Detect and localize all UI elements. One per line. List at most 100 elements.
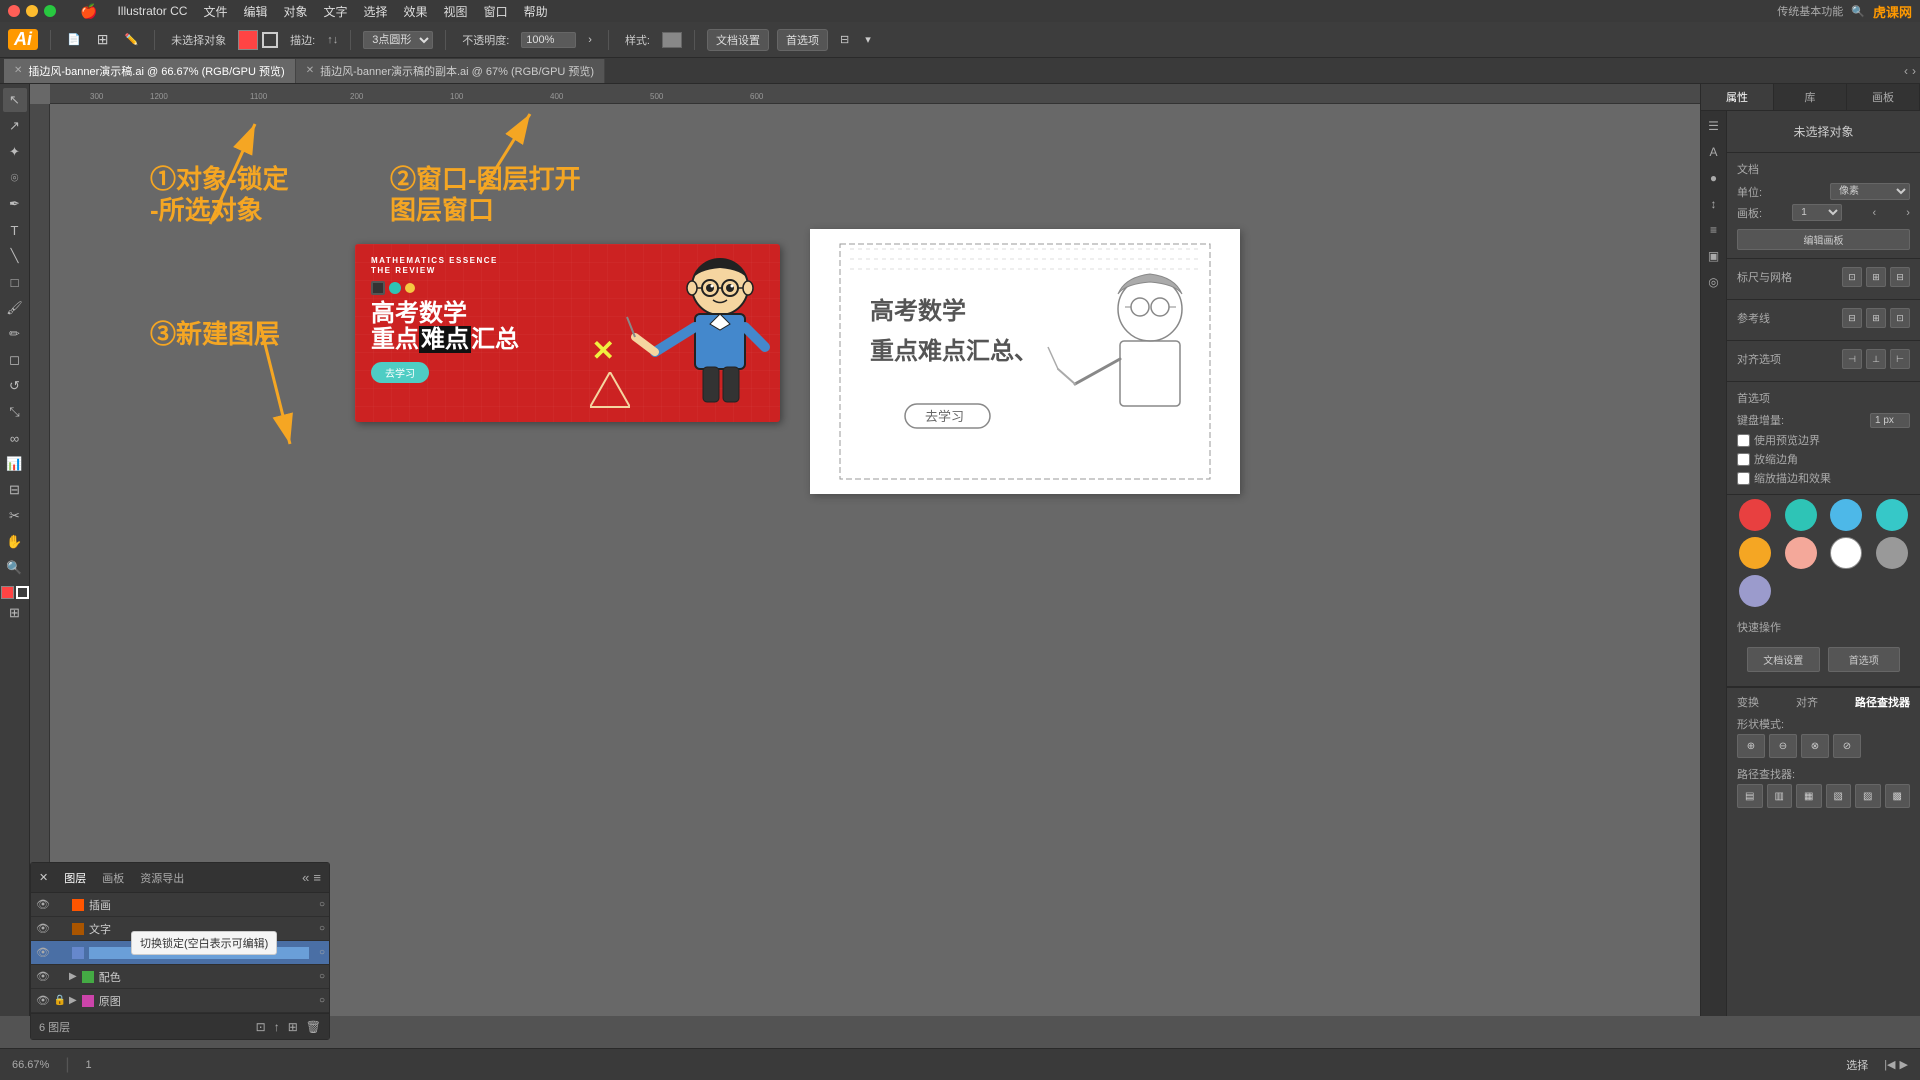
tab-1[interactable]: ✕ 插边风-banner演示稿.ai @ 66.67% (RGB/GPU 预览) bbox=[4, 59, 296, 83]
eraser-tool[interactable]: ◻ bbox=[3, 348, 27, 372]
rp-circle-icon[interactable]: ● bbox=[1703, 167, 1725, 189]
layer-eye-text[interactable]: 👁 bbox=[35, 922, 51, 935]
bp-tab-layers[interactable]: 图层 bbox=[64, 870, 86, 886]
layer-vis-new[interactable]: ○ bbox=[311, 947, 325, 958]
layer-row-colors[interactable]: 👁 ▶ 配色 ○ bbox=[31, 965, 329, 989]
layer-expand-colors[interactable]: ▶ bbox=[69, 971, 77, 982]
swatch-purple[interactable] bbox=[1739, 575, 1771, 607]
maximize-button[interactable] bbox=[44, 5, 56, 17]
ruler-icon-2[interactable]: ⊞ bbox=[1866, 267, 1886, 287]
scale-tool[interactable]: ⤡ bbox=[3, 400, 27, 424]
rp-pathfinder-link[interactable]: 路径查找器 bbox=[1855, 694, 1910, 710]
menu-effect[interactable]: 效果 bbox=[404, 3, 428, 20]
swatch-teal[interactable] bbox=[1785, 499, 1817, 531]
edit-artboard-btn[interactable]: 编辑画板 bbox=[1737, 229, 1910, 250]
scale-strokes-checkbox[interactable] bbox=[1737, 472, 1750, 485]
swatch-pink[interactable] bbox=[1785, 537, 1817, 569]
layer-vis-colors[interactable]: ○ bbox=[311, 971, 325, 982]
swatch-blue[interactable] bbox=[1830, 499, 1862, 531]
pathfinder-btn-4[interactable]: ▧ bbox=[1826, 784, 1852, 808]
ruler-icon-3[interactable]: ⊟ bbox=[1890, 267, 1910, 287]
swatch-white[interactable] bbox=[1830, 537, 1862, 569]
bp-tab-artboard[interactable]: 画板 bbox=[102, 870, 124, 886]
rp-artboard-prev[interactable]: ‹ bbox=[1872, 207, 1876, 219]
keyboard-increment-input[interactable] bbox=[1870, 413, 1910, 428]
new-doc-icon[interactable]: 📄 bbox=[63, 31, 85, 48]
menu-select[interactable]: 选择 bbox=[364, 3, 388, 20]
pathfinder-btn-5[interactable]: ▨ bbox=[1855, 784, 1881, 808]
align-icon-center[interactable]: ⊥ bbox=[1866, 349, 1886, 369]
opacity-input[interactable] bbox=[521, 32, 576, 48]
rp-artboard-next[interactable]: › bbox=[1906, 207, 1910, 219]
rp-transform-link[interactable]: 变换 bbox=[1737, 694, 1759, 710]
qo-doc-settings[interactable]: 文档设置 bbox=[1747, 647, 1820, 672]
pen-tool[interactable]: ✒ bbox=[3, 192, 27, 216]
layer-vis-original[interactable]: ○ bbox=[311, 995, 325, 1006]
preferences-btn[interactable]: 首选项 bbox=[777, 29, 828, 51]
layer-vis-text[interactable]: ○ bbox=[311, 923, 325, 934]
tab1-close-btn[interactable]: ✕ bbox=[14, 65, 22, 76]
rp-tab-properties[interactable]: 属性 bbox=[1701, 84, 1774, 110]
fill-swatch-small[interactable] bbox=[1, 586, 14, 599]
qo-preferences[interactable]: 首选项 bbox=[1828, 647, 1901, 672]
rp-tab-artboard[interactable]: 画板 bbox=[1847, 84, 1920, 110]
rp-unit-select[interactable]: 像素 bbox=[1830, 183, 1910, 200]
rp-transform-icon[interactable]: ↕ bbox=[1703, 193, 1725, 215]
panel-menu-btn[interactable]: ≡ bbox=[313, 870, 321, 885]
panel-collapse-btn[interactable]: « bbox=[302, 870, 309, 885]
pathfinder-btn-3[interactable]: ▦ bbox=[1796, 784, 1822, 808]
playback-start[interactable]: |◀ bbox=[1884, 1058, 1895, 1071]
pathfinder-btn-1[interactable]: ▤ bbox=[1737, 784, 1763, 808]
rotate-tool[interactable]: ↺ bbox=[3, 374, 27, 398]
swatch-cyan[interactable] bbox=[1876, 499, 1908, 531]
select-tool[interactable]: ↖ bbox=[3, 88, 27, 112]
swatch-orange[interactable] bbox=[1739, 537, 1771, 569]
menu-file[interactable]: 文件 bbox=[203, 3, 227, 20]
rect-tool[interactable]: □ bbox=[3, 270, 27, 294]
layer-make-sublayer[interactable]: ⊡ bbox=[256, 1020, 266, 1034]
menu-help[interactable]: 帮助 bbox=[524, 3, 548, 20]
blend-tool[interactable]: ∞ bbox=[3, 426, 27, 450]
stroke-color[interactable] bbox=[262, 32, 278, 48]
pencil-tool[interactable]: ✏ bbox=[3, 322, 27, 346]
doc-settings-btn[interactable]: 文档设置 bbox=[707, 29, 769, 51]
magic-wand-tool[interactable]: ✦ bbox=[3, 140, 27, 164]
shape-mode-btn-4[interactable]: ⊘ bbox=[1833, 734, 1861, 758]
direct-select-tool[interactable]: ↗ bbox=[3, 114, 27, 138]
close-panel-btn[interactable]: ✕ bbox=[39, 871, 48, 884]
type-tool[interactable]: T bbox=[3, 218, 27, 242]
pathfinder-btn-2[interactable]: ▥ bbox=[1767, 784, 1793, 808]
style-preview[interactable] bbox=[662, 32, 682, 48]
line-tool[interactable]: ╲ bbox=[3, 244, 27, 268]
rp-properties-icon[interactable]: ☰ bbox=[1703, 115, 1725, 137]
shape-mode-btn-3[interactable]: ⊗ bbox=[1801, 734, 1829, 758]
page-number[interactable]: 1 bbox=[85, 1059, 91, 1071]
paintbrush-tool[interactable]: 🖌 bbox=[3, 296, 27, 320]
layer-eye-original[interactable]: 👁 bbox=[35, 994, 51, 1007]
search-icon[interactable]: 🔍 bbox=[1851, 5, 1865, 18]
guides-icon-3[interactable]: ⊡ bbox=[1890, 308, 1910, 328]
arrange-icon[interactable]: ⊟ bbox=[836, 31, 853, 48]
pathfinder-btn-6[interactable]: ▩ bbox=[1885, 784, 1911, 808]
brush-icon[interactable]: ✏️ bbox=[120, 31, 142, 48]
stroke-arrows[interactable]: ↑↓ bbox=[327, 34, 338, 46]
layer-eye-colors[interactable]: 👁 bbox=[35, 970, 51, 983]
align-icon-left[interactable]: ⊣ bbox=[1842, 349, 1862, 369]
swatch-red[interactable] bbox=[1739, 499, 1771, 531]
layer-vis-chua[interactable]: ○ bbox=[311, 899, 325, 910]
toolbar-icon-2[interactable]: ⊞ bbox=[93, 29, 113, 50]
ruler-icon-1[interactable]: ⊡ bbox=[1842, 267, 1862, 287]
layer-row-original[interactable]: 👁 🔒 ▶ 原图 ○ bbox=[31, 989, 329, 1013]
change-screen-mode[interactable]: ⊞ bbox=[3, 601, 27, 625]
tab-2[interactable]: ✕ 插边风-banner演示稿的副本.ai @ 67% (RGB/GPU 预览) bbox=[296, 59, 605, 83]
stroke-style-select[interactable]: 3点圆形 bbox=[363, 31, 433, 49]
tab2-close-btn[interactable]: ✕ bbox=[306, 65, 314, 76]
lasso-tool[interactable]: ⌾ bbox=[3, 166, 27, 190]
playback-play[interactable]: ▶ bbox=[1900, 1058, 1908, 1071]
layer-eye-new[interactable]: 👁 bbox=[35, 946, 51, 959]
rp-type-icon[interactable]: A bbox=[1703, 141, 1725, 163]
menu-view[interactable]: 视图 bbox=[444, 3, 468, 20]
zoom-tool[interactable]: 🔍 bbox=[3, 556, 27, 580]
opacity-arrow[interactable]: › bbox=[584, 32, 596, 48]
stroke-swatch-small[interactable] bbox=[16, 586, 29, 599]
